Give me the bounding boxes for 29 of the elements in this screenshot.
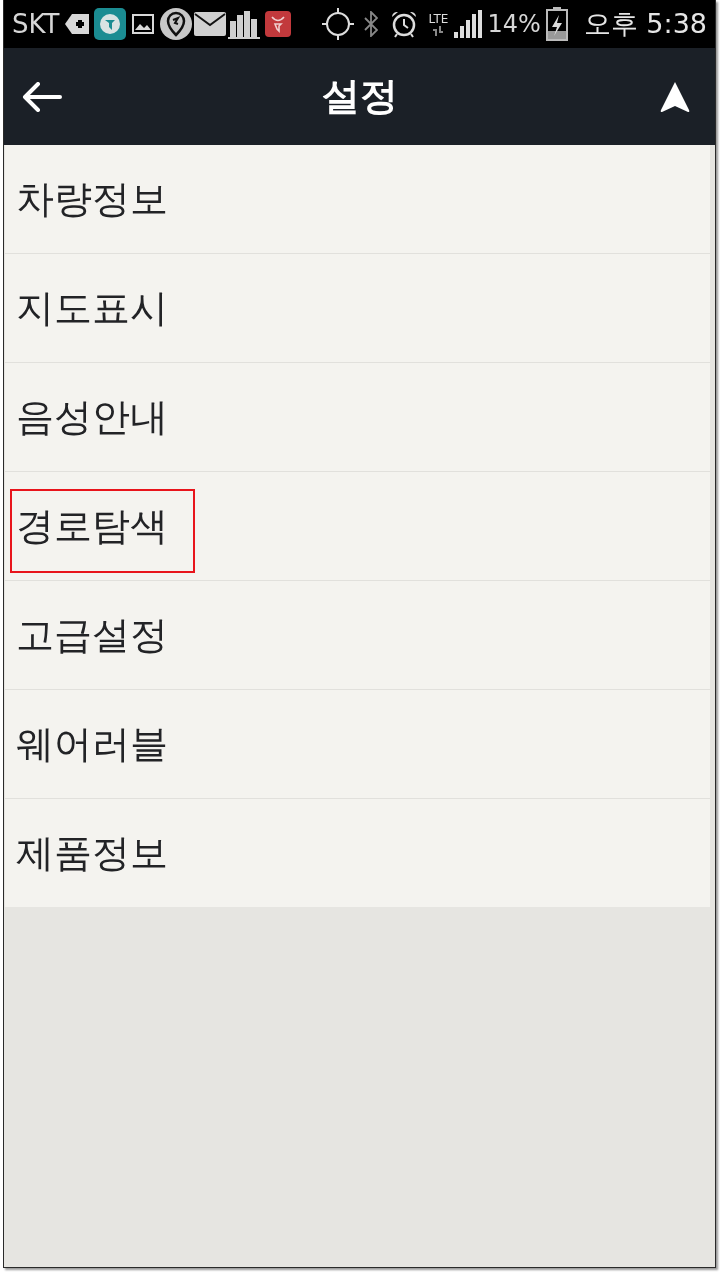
page-title: 설정 xyxy=(321,73,398,120)
carrier-label: SKT xyxy=(12,9,60,39)
crosshair-icon xyxy=(322,8,355,40)
signal-icon xyxy=(454,10,483,38)
menu-item[interactable]: 지도표시 xyxy=(5,254,710,363)
navigation-arrow-icon xyxy=(660,80,690,113)
network-type-label: LTE xyxy=(428,12,449,26)
menu-item[interactable]: 차량정보 xyxy=(5,145,710,254)
clock-time: 오후 5:38 xyxy=(583,7,707,41)
app-icon xyxy=(94,8,127,40)
bluetooth-icon xyxy=(364,11,379,37)
back-arrow-icon xyxy=(22,81,62,112)
battery-charging-icon xyxy=(545,7,568,41)
back-button[interactable] xyxy=(22,81,62,112)
menu-item[interactable]: 음성안내 xyxy=(5,363,710,472)
menu-item[interactable]: 웨어러블 xyxy=(5,690,710,799)
image-icon xyxy=(132,14,155,34)
app-icon xyxy=(265,11,292,37)
menu-item[interactable]: 고급설정 xyxy=(5,581,710,690)
data-arrows-icon xyxy=(432,25,445,36)
plus-tag-icon xyxy=(65,14,90,34)
mail-icon xyxy=(194,12,227,36)
battery-percentage: 14% xyxy=(487,10,541,38)
menu-item[interactable]: 경로탐색 xyxy=(5,472,710,581)
navigation-button[interactable] xyxy=(660,80,690,113)
map-pin-icon xyxy=(160,8,193,40)
menu-item[interactable]: 제품정보 xyxy=(5,799,710,907)
alarm-clock-icon xyxy=(390,10,419,38)
buildings-icon xyxy=(228,9,261,39)
